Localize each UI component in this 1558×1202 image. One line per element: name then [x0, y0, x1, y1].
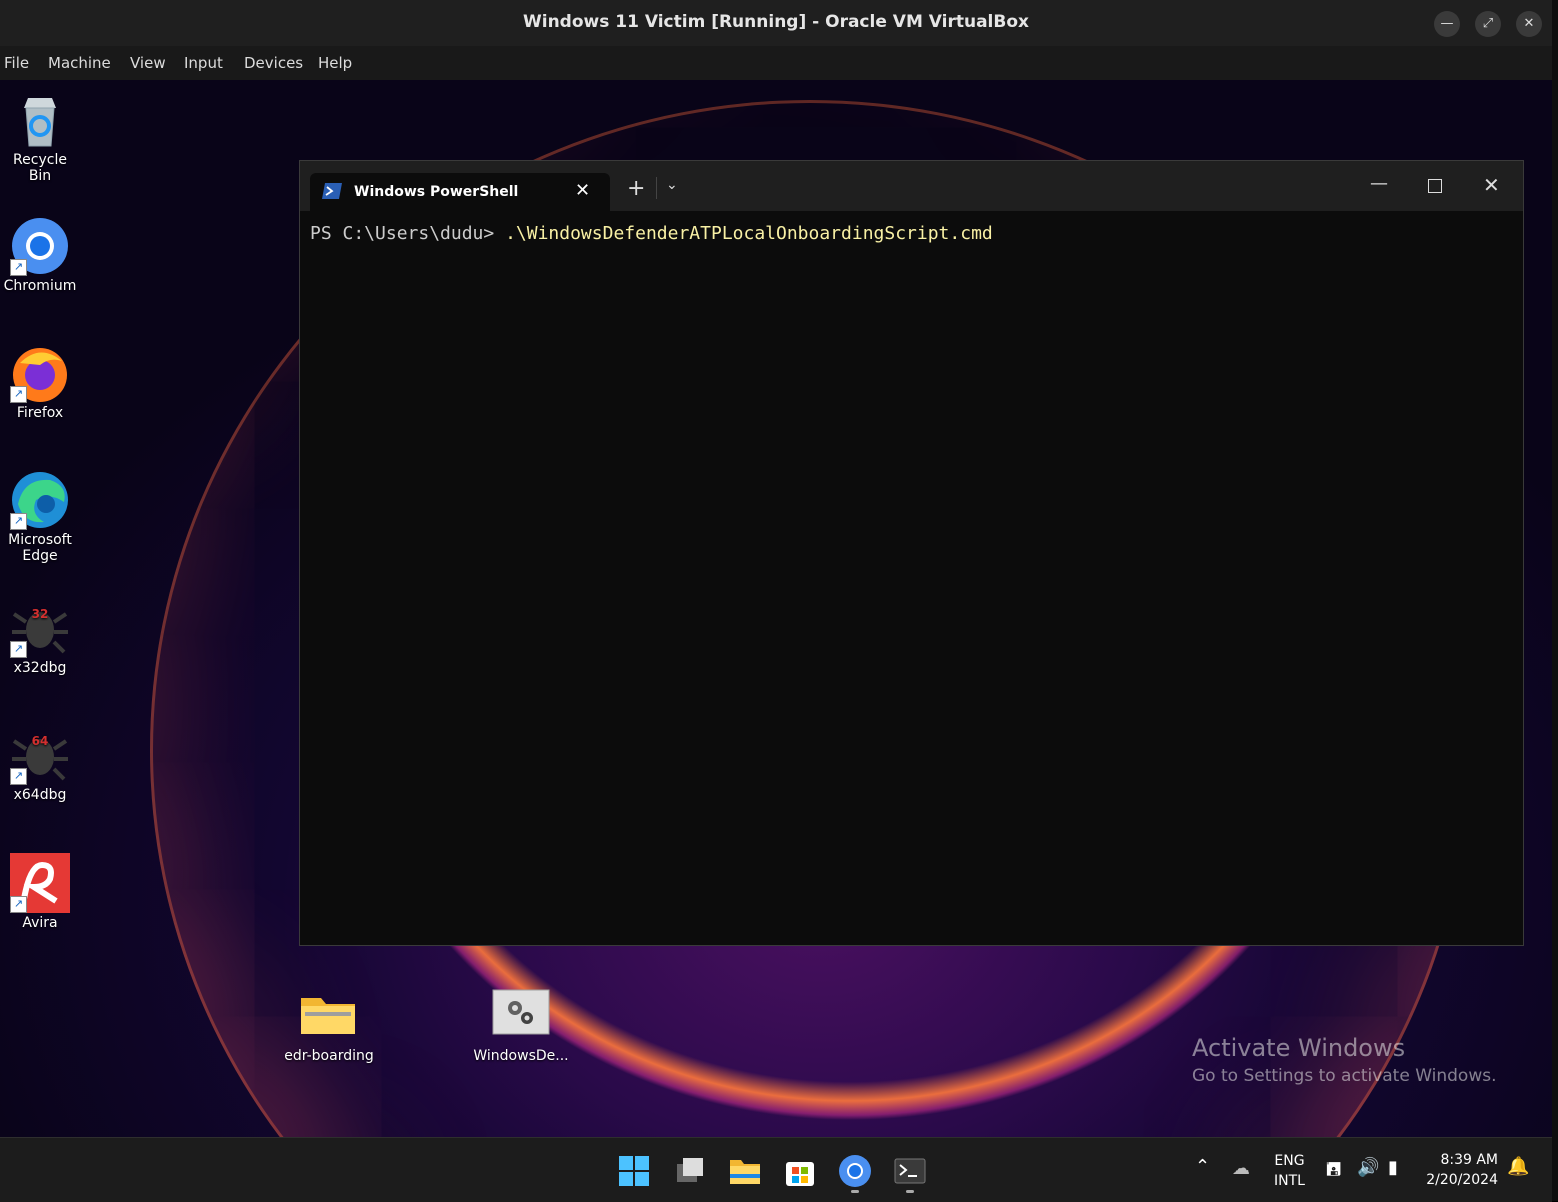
- close-button[interactable]: ✕: [1516, 11, 1542, 37]
- volume-icon[interactable]: 🔊: [1357, 1157, 1379, 1178]
- desktop-icon-x64dbg[interactable]: 64 ↗ x64dbg: [0, 725, 80, 803]
- keyboard-layout: INTL: [1274, 1173, 1305, 1189]
- task-view-icon: [677, 1158, 703, 1182]
- menu-input[interactable]: Input: [184, 54, 223, 72]
- shortcut-arrow-icon: ↗: [10, 259, 27, 276]
- chromium-icon: [839, 1155, 871, 1187]
- tab-label: Windows PowerShell: [354, 184, 519, 200]
- desktop-icon-chromium[interactable]: ↗ Chromium: [0, 216, 80, 294]
- shortcut-arrow-icon: ↗: [10, 386, 27, 403]
- folder-icon: [730, 1160, 760, 1184]
- language-code: ENG: [1274, 1153, 1305, 1169]
- desktop-icon-label: Avira: [22, 915, 58, 931]
- onedrive-offline-icon[interactable]: ☁: [1232, 1158, 1250, 1179]
- running-indicator: [906, 1190, 914, 1193]
- virtualbox-title-bar: Windows 11 Victim [Running] - Oracle VM …: [0, 0, 1552, 46]
- clock-date: 2/20/2024: [1426, 1172, 1498, 1188]
- running-indicator: [851, 1190, 859, 1193]
- close-icon[interactable]: ✕: [1483, 173, 1500, 197]
- shortcut-arrow-icon: ↗: [10, 641, 27, 658]
- minimize-icon[interactable]: —: [1370, 173, 1388, 194]
- edge-icon: ↗: [10, 470, 70, 530]
- activate-title: Activate Windows: [1192, 1034, 1406, 1062]
- close-icon: ✕: [1523, 16, 1535, 31]
- recycle-bin-icon: [10, 90, 70, 150]
- window-title: Windows 11 Victim [Running] - Oracle VM …: [523, 12, 1029, 32]
- powershell-icon: [322, 183, 342, 199]
- clock[interactable]: 8:39 AM 2/20/2024: [1424, 1150, 1498, 1190]
- clock-time: 8:39 AM: [1440, 1152, 1498, 1168]
- menu-bar: File Machine View Input Devices Help: [0, 46, 1552, 81]
- tab-divider: [656, 177, 657, 199]
- desktop-icon-firefox[interactable]: ↗ Firefox: [0, 343, 80, 421]
- notification-bell-icon[interactable]: 🔔: [1507, 1156, 1529, 1177]
- console-command: .\WindowsDefenderATPLocalOnboardingScrip…: [505, 223, 993, 244]
- console-output[interactable]: PS C:\Users\dudu> .\WindowsDefenderATPLo…: [310, 223, 993, 244]
- chevron-down-icon[interactable]: ⌄: [666, 177, 678, 193]
- desktop-icon-edr-boarding[interactable]: edr-boarding: [279, 986, 379, 1064]
- store-button[interactable]: [783, 1154, 817, 1188]
- settings-file-icon: [491, 986, 551, 1046]
- chromium-taskbar-button[interactable]: [838, 1154, 872, 1193]
- shortcut-arrow-icon: ↗: [10, 768, 27, 785]
- taskbar: ⌃ ☁ ENG INTL 🖪 🔊 ▮ 8:39 AM 2/20/2024 🔔: [0, 1137, 1552, 1202]
- tab-windows-powershell[interactable]: Windows PowerShell ✕: [310, 173, 610, 211]
- activate-subtitle: Go to Settings to activate Windows.: [1192, 1066, 1497, 1086]
- desktop-icon-edge[interactable]: ↗ Microsoft Edge: [0, 470, 80, 564]
- host-edge: [1552, 0, 1558, 1201]
- desktop-icon-label: Chromium: [3, 278, 77, 294]
- menu-view[interactable]: View: [130, 54, 166, 72]
- terminal-icon: [894, 1158, 926, 1184]
- powershell-window[interactable]: Windows PowerShell ✕ + ⌄ — ✕ PS C:\Users…: [299, 160, 1524, 946]
- shortcut-arrow-icon: ↗: [10, 896, 27, 913]
- desktop-icon-label: Firefox: [16, 405, 64, 421]
- desktop-icon-label: x32dbg: [13, 660, 67, 676]
- windows-logo-icon: [619, 1156, 649, 1186]
- shortcut-arrow-icon: ↗: [10, 513, 27, 530]
- firefox-icon: ↗: [10, 343, 70, 403]
- avira-icon: ↗: [10, 853, 70, 913]
- bug-badge: 64: [32, 734, 49, 748]
- desktop-icon-label: Microsoft Edge: [8, 532, 72, 564]
- task-view-button[interactable]: [673, 1154, 707, 1188]
- bug-icon: 32 ↗: [10, 598, 70, 658]
- store-icon: [786, 1162, 814, 1186]
- menu-file[interactable]: File: [4, 54, 29, 72]
- start-button[interactable]: [617, 1154, 651, 1188]
- terminal-tab-bar: Windows PowerShell ✕ + ⌄ — ✕: [300, 161, 1523, 211]
- minimize-button[interactable]: —: [1434, 11, 1460, 37]
- desktop-icon-label: WindowsDe...: [473, 1048, 569, 1064]
- desktop-icon-windowsdefender-script[interactable]: WindowsDe...: [471, 986, 571, 1064]
- zip-folder-icon: [299, 986, 359, 1046]
- chromium-icon: ↗: [10, 216, 70, 276]
- desktop-icon-label: x64dbg: [13, 787, 67, 803]
- bug-icon: 64 ↗: [10, 725, 70, 785]
- network-icon[interactable]: 🖪: [1326, 1157, 1341, 1187]
- desktop-icon-label: Recycle Bin: [13, 152, 67, 184]
- menu-machine[interactable]: Machine: [48, 54, 111, 72]
- language-indicator[interactable]: ENG INTL: [1274, 1151, 1305, 1191]
- maximize-icon[interactable]: [1428, 179, 1442, 193]
- desktop-icon-avira[interactable]: ↗ Avira: [0, 853, 80, 931]
- battery-icon[interactable]: ▮: [1388, 1157, 1398, 1178]
- desktop-icon-x32dbg[interactable]: 32 ↗ x32dbg: [0, 598, 80, 676]
- desktop-icon-label: edr-boarding: [284, 1048, 374, 1064]
- tab-close-icon[interactable]: ✕: [575, 180, 590, 201]
- activate-windows-watermark: Activate Windows Go to Settings to activ…: [1192, 1034, 1497, 1086]
- chevron-up-icon[interactable]: ⌃: [1195, 1156, 1210, 1177]
- restore-icon: ⤢: [1482, 16, 1494, 31]
- terminal-taskbar-button[interactable]: [893, 1154, 927, 1193]
- file-explorer-button[interactable]: [728, 1154, 762, 1188]
- minimize-icon: —: [1440, 16, 1454, 31]
- menu-help[interactable]: Help: [318, 54, 352, 72]
- new-tab-icon[interactable]: +: [627, 176, 645, 201]
- desktop-icon-recycle-bin[interactable]: Recycle Bin: [0, 90, 80, 184]
- console-prompt: PS C:\Users\dudu>: [310, 223, 506, 244]
- bug-badge: 32: [32, 607, 49, 621]
- restore-button[interactable]: ⤢: [1475, 11, 1501, 37]
- menu-devices[interactable]: Devices: [244, 54, 303, 72]
